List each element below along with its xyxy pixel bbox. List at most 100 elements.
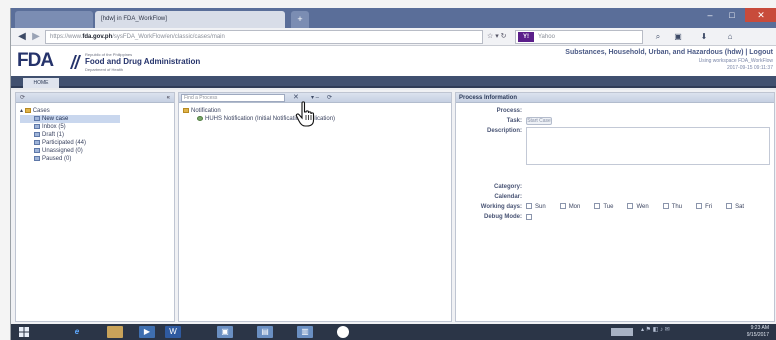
url-path: /sysFDA_WorkFlow/en/classic/cases/main [112, 34, 225, 40]
logo-agency-name: Food and Drug Administration [85, 57, 201, 66]
process-panel-toolbar: Find a Process ✕ ▾ – ⟳ [179, 93, 451, 103]
day-label: Sun [535, 204, 546, 210]
address-bar[interactable]: https://www.fda.gov.ph/sysFDA_WorkFlow/e… [45, 30, 483, 44]
reload-icon[interactable]: ☆ ▾ ↻ [487, 30, 511, 44]
day-sat[interactable]: Sat [726, 203, 744, 211]
tree-item-unassigned[interactable]: Unassigned (0) [20, 147, 120, 155]
media-player-icon[interactable]: ▶ [139, 326, 155, 338]
day-tue[interactable]: Tue [594, 203, 613, 211]
day-thu[interactable]: Thu [662, 203, 682, 211]
url-prefix: https://www. [50, 34, 83, 40]
inbox-icon [34, 123, 40, 129]
refresh-icon[interactable]: ⟳ [327, 93, 332, 103]
internet-explorer-icon[interactable]: e [69, 326, 85, 338]
folder-icon [183, 107, 189, 113]
menu-home-tab[interactable]: HOME [23, 78, 59, 88]
new-tab-button[interactable]: + [291, 11, 309, 28]
task-label: Task: [506, 118, 522, 124]
header-user-title[interactable]: Substances, Household, Urban, and Hazard… [565, 49, 773, 56]
windows-start-icon[interactable] [19, 327, 29, 337]
day-mon[interactable]: Mon [559, 203, 581, 211]
tree-item-paused[interactable]: Paused (0) [20, 155, 120, 163]
url-host: fda.gov.ph [82, 34, 113, 40]
taskbar-clock[interactable]: 9:23 AM 9/15/2017 [747, 325, 769, 339]
day-label: Mon [568, 204, 581, 210]
file-explorer-icon[interactable] [107, 326, 123, 338]
search-placeholder: Yahoo [538, 34, 555, 40]
checkbox[interactable] [726, 203, 733, 210]
category-label: Category: [493, 184, 522, 190]
day-wen[interactable]: Wen [627, 203, 649, 211]
tree-item-draft[interactable]: Draft (1) [20, 131, 120, 139]
checkbox[interactable] [594, 203, 601, 210]
refresh-icon[interactable]: ⟳ [20, 93, 25, 103]
cases-panel-header: ⟳ « [16, 93, 174, 103]
tree-item-label: Paused (0) [42, 156, 72, 162]
logo-subtitle: Department of Health [85, 67, 124, 72]
download-icon[interactable]: ⬇ [697, 31, 711, 43]
search-input[interactable]: Y! Yahoo [515, 30, 643, 44]
day-label: Tue [603, 204, 614, 210]
windows-taskbar: e ▶ W ▣ ▤ ▥ ▴ ⚑ ◧ ♪ ✉ 9:23 AM 9/15/2017 [11, 324, 776, 340]
tree-root-cases[interactable]: ▴ Cases [20, 107, 120, 115]
search-icon[interactable]: ⌕ [651, 31, 665, 43]
app-window-icon[interactable]: ▥ [297, 326, 313, 338]
word-icon[interactable]: W [165, 326, 181, 338]
system-tray-icons[interactable]: ▴ ⚑ ◧ ♪ ✉ [641, 326, 670, 333]
back-arrow-icon[interactable]: ◀ [15, 30, 29, 44]
debug-row: Debug Mode: [456, 213, 774, 221]
debug-checkbox[interactable] [526, 214, 532, 220]
checkbox[interactable] [526, 203, 532, 210]
unassigned-icon [34, 147, 40, 153]
day-label: Wen [636, 204, 649, 210]
description-label: Description: [486, 128, 522, 134]
folder-app-icon[interactable]: ▤ [257, 326, 273, 338]
process-info-title: Process Information [456, 93, 774, 103]
browser-nav-bar: ◀ ▶ https://www.fda.gov.ph/sysFDA_WorkFl… [11, 28, 776, 46]
day-fri[interactable]: Fri [696, 203, 712, 211]
find-process-input[interactable]: Find a Process [181, 94, 285, 102]
day-label: Sat [735, 204, 745, 210]
maximize-button[interactable]: □ [721, 8, 743, 22]
process-label: Process: [496, 108, 522, 114]
process-panel: Find a Process ✕ ▾ – ⟳ Notification HUHS… [178, 92, 452, 322]
checkbox[interactable] [662, 203, 669, 210]
folder-icon [24, 107, 31, 113]
checkbox[interactable] [696, 203, 703, 210]
checkbox[interactable] [559, 203, 566, 210]
monitor-screen: [hdw] in FDA_WorkFlow] + – □ ✕ ◀ ▶ https… [10, 8, 776, 340]
day-sun[interactable]: Sun [526, 203, 546, 211]
browser-app-icon[interactable] [337, 326, 349, 338]
forward-arrow-icon[interactable]: ▶ [29, 30, 43, 44]
home-icon[interactable]: ⌂ [723, 31, 737, 43]
tree-item-inbox[interactable]: Inbox (5) [20, 123, 120, 131]
browser-tab-inactive[interactable] [15, 11, 93, 28]
expand-icon[interactable]: ▴ [20, 108, 23, 114]
participated-icon [34, 139, 40, 145]
taskbar-date: 9/15/2017 [746, 332, 769, 338]
tree-item-new-case[interactable]: New case [20, 115, 120, 123]
working-days-label: Working days: [480, 204, 522, 210]
document-icon [34, 115, 40, 121]
close-window-button[interactable]: ✕ [745, 8, 776, 22]
collapse-icon[interactable]: « [167, 93, 170, 103]
header-datetime: 2017-09-15 09:11:37 [726, 65, 773, 71]
tree-item-label: Draft (1) [42, 132, 65, 138]
photos-icon[interactable]: ▣ [217, 326, 233, 338]
fda-logo: FDA [17, 50, 54, 71]
bookmarks-icon[interactable]: ▣ [671, 31, 685, 43]
photo-frame: [hdw] in FDA_WorkFlow] + – □ ✕ ◀ ▶ https… [0, 0, 776, 340]
browser-tab-active[interactable]: [hdw] in FDA_WorkFlow] [95, 11, 285, 28]
description-field [526, 127, 770, 165]
logo-swoosh-icon [70, 55, 81, 69]
paused-icon [34, 155, 40, 161]
start-case-button[interactable]: Start Case [526, 117, 552, 125]
minimize-button[interactable]: – [699, 8, 721, 22]
working-days-row: Working days: Sun Mon Tue Wen Thu Fri Sat [456, 203, 774, 211]
checkbox[interactable] [627, 203, 634, 210]
process-icon [197, 115, 203, 121]
process-folder-label: Notification [191, 108, 221, 114]
tree-item-participated[interactable]: Participated (44) [20, 139, 120, 147]
language-indicator[interactable] [611, 328, 633, 336]
work-area: ⟳ « ▴ Cases New case Inbox (5) Draft (1)… [11, 90, 776, 324]
